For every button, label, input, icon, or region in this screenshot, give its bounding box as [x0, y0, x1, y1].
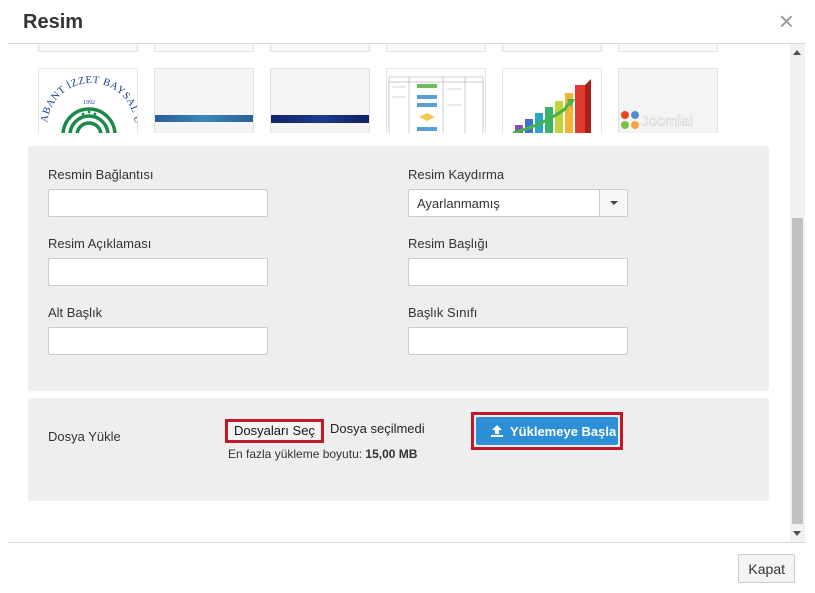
file-upload-panel: Dosya Yükle Dosyaları Seç Dosya seçilmed… — [28, 398, 769, 501]
gallery-thumb-partial[interactable] — [502, 44, 602, 52]
flowchart-thumbnail[interactable] — [386, 68, 486, 133]
scroll-down-icon[interactable] — [793, 531, 801, 536]
dialog-footer: Kapat — [8, 542, 806, 593]
gallery-thumb-partial[interactable] — [38, 44, 138, 52]
image-title-input[interactable] — [408, 258, 628, 286]
close-icon[interactable]: × — [779, 8, 794, 34]
image-description-label: Resim Açıklaması — [48, 236, 152, 251]
max-upload-size-label: En fazla yükleme boyutu: — [228, 447, 363, 461]
image-dialog: Resim × ABANT İZZET BAYSAL — [0, 0, 815, 593]
gallery-thumb-partial[interactable] — [386, 44, 486, 52]
file-upload-label: Dosya Yükle — [48, 429, 121, 444]
image-gallery: ABANT İZZET BAYSAL ÜNİVERSİTESİ 1992 — [28, 44, 777, 133]
dialog-body: ABANT İZZET BAYSAL ÜNİVERSİTESİ 1992 — [8, 44, 806, 542]
image-title-label: Resim Başlığı — [408, 236, 489, 251]
bar-chart-image — [512, 79, 591, 133]
dialog-scrollbar[interactable] — [790, 44, 805, 542]
start-upload-label: Yüklemeye Başla — [510, 424, 617, 439]
dialog-header: Resim × — [8, 0, 806, 44]
banner-thumbnail-1[interactable] — [154, 68, 254, 133]
max-upload-size: En fazla yükleme boyutu: 15,00 MB — [228, 447, 417, 461]
caption-label: Alt Başlık — [48, 305, 103, 320]
caption-class-input[interactable] — [408, 327, 628, 355]
choose-files-button[interactable]: Dosyaları Seç — [225, 419, 324, 443]
banner-strip — [155, 115, 253, 122]
joomla-logo-image: Joomla! — [621, 111, 694, 130]
no-file-selected-text: Dosya seçilmedi — [330, 421, 425, 436]
caption-class-label: Başlık Sınıfı — [408, 305, 478, 320]
logo-year: 1992 — [83, 100, 95, 106]
chevron-down-icon — [610, 201, 618, 205]
max-upload-size-value: 15,00 MB — [365, 447, 418, 461]
image-properties-panel: Resmin Bağlantısı Resim Kaydırma Ayarlan… — [28, 146, 769, 391]
close-button[interactable]: Kapat — [738, 554, 795, 583]
scrollbar-thumb[interactable] — [792, 218, 803, 524]
image-link-label: Resmin Bağlantısı — [48, 167, 154, 182]
image-link-input[interactable] — [48, 189, 268, 217]
image-float-label: Resim Kaydırma — [408, 167, 505, 182]
joomla-logo-text: Joomla! — [641, 113, 694, 130]
gallery-thumb-partial[interactable] — [618, 44, 718, 52]
bar-chart-thumbnail[interactable] — [502, 68, 602, 133]
banner-thumbnail-2[interactable] — [270, 68, 370, 133]
image-float-dropdown-button[interactable] — [599, 190, 627, 216]
dialog-title: Resim — [23, 11, 84, 33]
image-description-input[interactable] — [48, 258, 268, 286]
start-upload-button[interactable]: Yüklemeye Başla — [476, 417, 618, 445]
scroll-up-icon[interactable] — [793, 50, 801, 55]
university-logo-thumbnail[interactable]: ABANT İZZET BAYSAL ÜNİVERSİTESİ 1992 — [38, 68, 138, 133]
university-logo-image: ABANT İZZET BAYSAL ÜNİVERSİTESİ 1992 — [39, 69, 137, 133]
image-float-value: Ayarlanmamış — [417, 196, 500, 211]
flowchart-image — [388, 76, 484, 133]
image-float-select[interactable]: Ayarlanmamış — [408, 189, 628, 217]
banner-strip — [271, 115, 369, 123]
upload-icon — [491, 425, 503, 437]
gallery-thumb-partial[interactable] — [154, 44, 254, 52]
joomla-logo-thumbnail[interactable]: Joomla! — [618, 68, 718, 133]
caption-input[interactable] — [48, 327, 268, 355]
start-upload-highlight: Yüklemeye Başla — [471, 412, 623, 450]
gallery-thumb-partial[interactable] — [270, 44, 370, 52]
